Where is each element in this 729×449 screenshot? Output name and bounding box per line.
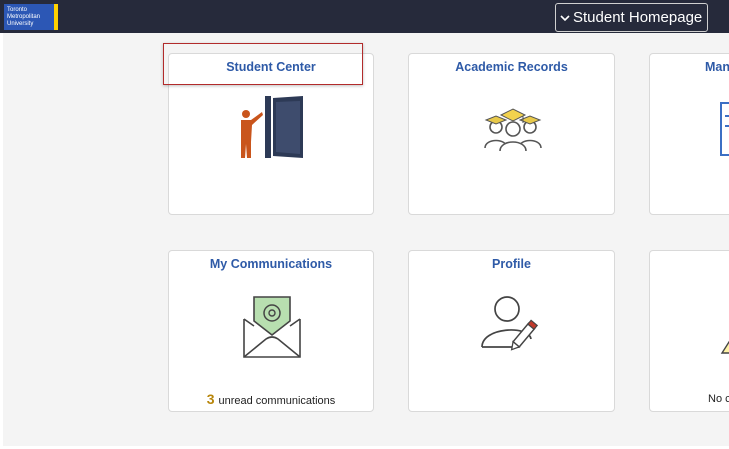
homepage-selector-button[interactable]: Student Homepage	[555, 3, 708, 32]
university-logo[interactable]: Toronto Metropolitan University	[4, 4, 58, 30]
tile-title: Profile	[492, 257, 531, 271]
unread-communications: 3 unread communications	[169, 391, 373, 407]
user-edit-icon	[481, 296, 539, 351]
warning-icon	[720, 340, 729, 354]
tile-student-center[interactable]: Student Center	[168, 53, 374, 215]
unread-count: 3	[206, 391, 215, 407]
tile-footer-text: No c	[708, 393, 729, 405]
chevron-down-icon	[560, 14, 570, 21]
envelope-at-icon	[243, 296, 301, 358]
tile-my-communications[interactable]: My Communications 3 unread communications	[168, 250, 374, 412]
homepage-label: Student Homepage	[573, 9, 703, 26]
left-border	[0, 33, 3, 449]
teacher-door-icon	[241, 96, 303, 158]
tile-title: Student Center	[226, 60, 316, 74]
graduates-icon	[484, 108, 542, 152]
logo-line-3: University	[7, 21, 34, 27]
tile-academic-records[interactable]: Academic Records	[408, 53, 615, 215]
top-navigation-bar: Toronto Metropolitan University Student …	[0, 0, 729, 33]
document-icon	[720, 102, 729, 156]
tile-profile[interactable]: Profile	[408, 250, 615, 412]
tile-partial[interactable]: No c	[649, 250, 729, 412]
logo-line-2: Metropolitan	[7, 14, 41, 20]
tile-title: Man	[705, 60, 729, 74]
unread-label: unread communications	[218, 395, 336, 407]
tile-title: Academic Records	[455, 60, 568, 74]
tile-title: My Communications	[209, 257, 333, 271]
logo-line-1: Toronto	[7, 7, 28, 13]
tile-manage-partial[interactable]: Man	[649, 53, 729, 215]
